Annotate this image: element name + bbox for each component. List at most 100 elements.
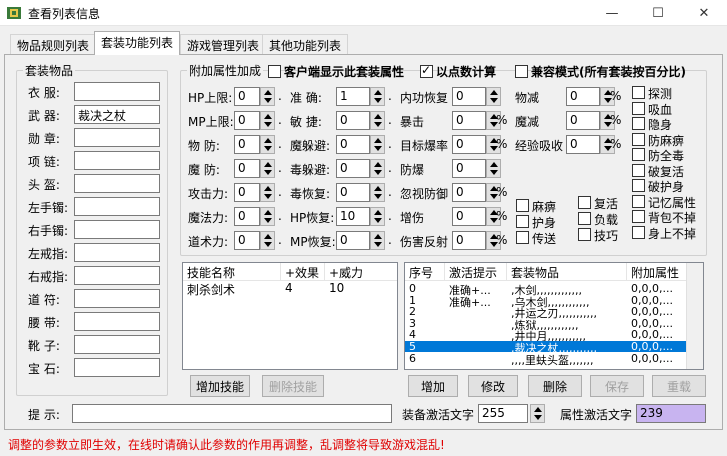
attr-input[interactable]: 0 [234,183,260,202]
attr-spinner[interactable] [260,159,275,178]
attr-input[interactable]: 0 [452,87,486,106]
option-checkbox[interactable] [632,148,645,161]
attr-input[interactable]: 0 [336,111,370,130]
slot-input[interactable] [74,220,160,239]
option-checkbox[interactable] [516,199,529,212]
skills-header-name[interactable]: 技能名称 [183,263,281,281]
suits-header-index[interactable]: 序号 [405,263,445,281]
slot-input[interactable] [74,243,160,262]
attr-input[interactable]: 0 [452,135,486,154]
attr-spinner[interactable] [370,135,385,154]
option-checkbox[interactable] [516,231,529,244]
option-checkbox[interactable] [632,163,645,177]
attr-input[interactable]: 0 [452,183,486,202]
slot-input[interactable] [74,151,160,170]
slot-input[interactable]: 裁决之杖 [74,105,160,124]
suit-row[interactable]: 4 ,井中月,,,,,,,,,,, 0,0,0,... [405,328,688,343]
option-checkbox[interactable] [632,117,645,130]
attr-input[interactable]: 0 [234,207,260,226]
tab-suit-functions[interactable]: 套装功能列表 [94,31,181,55]
skill-power-cell[interactable]: 10 [329,281,344,295]
compat-mode-checkbox[interactable] [515,65,528,78]
hint-input[interactable] [72,404,392,423]
maximize-button[interactable]: ☐ [635,0,681,26]
attr-input[interactable]: 0 [336,159,370,178]
attr-spinner[interactable] [370,231,385,250]
attr-spinner[interactable] [260,111,275,130]
attr-spinner[interactable] [370,87,385,106]
skills-header-power[interactable]: +威力 [325,263,397,281]
suits-header-hint[interactable]: 激活提示 [445,263,507,281]
attr-text-input[interactable]: 239 [636,404,706,423]
option-checkbox[interactable] [632,194,645,208]
add-skill-button[interactable]: 增加技能 [190,375,250,397]
suits-list[interactable]: 序号 激活提示 套装物品 附加属性 0 准确+... ,木剑,,,,,,,,,,,,… [404,262,704,370]
option-checkbox[interactable] [632,210,645,223]
attr-spinner[interactable] [260,87,275,106]
suit-row[interactable]: 3 ,炼狱,,,,,,,,,,,, 0,0,0,... [405,317,688,332]
attr-spinner[interactable] [370,207,385,226]
suit-row[interactable]: 1 准确+... ,乌木剑,,,,,,,,,,,, 0,0,0,... [405,294,688,309]
slot-input[interactable] [74,174,160,193]
save-suit-button[interactable]: 保存 [590,375,644,397]
suit-row[interactable]: 6 ,,,,里蚨头盔,,,,,,, 0,0,0,... [405,352,688,367]
attr-spinner[interactable] [370,111,385,130]
skill-name-cell[interactable]: 刺杀剑术 [187,281,235,298]
client-display-checkbox[interactable] [268,65,281,78]
attr-spinner[interactable] [260,135,275,154]
attr-spinner[interactable] [260,231,275,250]
slot-input[interactable] [74,335,160,354]
slot-input[interactable] [74,358,160,377]
option-checkbox[interactable] [578,196,591,209]
attr-spinner[interactable] [260,207,275,226]
attr-input[interactable]: 0 [234,111,260,130]
attr-input[interactable]: 0 [452,231,486,250]
attr-spinner[interactable] [370,159,385,178]
delete-suit-button[interactable]: 删除 [528,375,582,397]
point-calc-checkbox[interactable] [420,63,433,78]
attr-input[interactable]: 0 [234,231,260,250]
option-checkbox[interactable] [516,215,529,228]
slot-input[interactable] [74,289,160,308]
suit-row[interactable]: 2 ,井运之刃,,,,,,,,,,, 0,0,0,... [405,305,688,320]
option-checkbox[interactable] [578,212,591,225]
attr-input[interactable]: 0 [234,87,260,106]
edit-suit-button[interactable]: 修改 [468,375,518,397]
attr-spinner[interactable] [486,159,501,178]
slot-input[interactable] [74,197,160,216]
close-button[interactable]: ✕ [681,0,727,26]
attr-input[interactable]: 0 [234,159,260,178]
reload-suit-button[interactable]: 重载 [652,375,706,397]
attr-spinner[interactable] [260,183,275,202]
attr-input[interactable]: 0 [336,231,370,250]
option-checkbox[interactable] [632,179,645,192]
attr-input[interactable]: 10 [336,207,370,226]
option-checkbox[interactable] [632,132,645,146]
equip-text-spinner[interactable] [530,404,545,423]
suit-row[interactable]: 5 ,裁决之杖,,,,,,,,,,, 0,0,0,... [405,340,688,355]
attr-input[interactable]: 0 [452,111,486,130]
skills-list[interactable]: 技能名称 +效果 +威力 刺杀剑术 4 10 [182,262,398,370]
attr-spinner[interactable] [370,183,385,202]
equip-text-input[interactable]: 255 [478,404,528,423]
skill-effect-cell[interactable]: 4 [285,281,293,295]
tab-item-rules[interactable]: 物品规则列表 [10,34,97,54]
add-suit-button[interactable]: 增加 [408,375,458,397]
attr-input[interactable]: 0 [566,135,600,154]
attr-input[interactable]: 0 [566,111,600,130]
slot-input[interactable] [74,266,160,285]
attr-input[interactable]: 0 [452,207,486,226]
attr-spinner[interactable] [486,87,501,106]
attr-input[interactable]: 1 [336,87,370,106]
tab-other-functions[interactable]: 其他功能列表 [262,34,349,54]
skills-header-effect[interactable]: +效果 [281,263,325,281]
attr-input[interactable]: 0 [566,87,600,106]
suits-scrollbar[interactable] [686,263,703,369]
slot-input[interactable] [74,312,160,331]
minimize-button[interactable]: — [589,0,635,26]
attr-input[interactable]: 0 [336,135,370,154]
option-checkbox[interactable] [578,228,591,241]
option-checkbox[interactable] [632,86,645,99]
delete-skill-button[interactable]: 删除技能 [262,375,324,397]
attr-input[interactable]: 0 [234,135,260,154]
